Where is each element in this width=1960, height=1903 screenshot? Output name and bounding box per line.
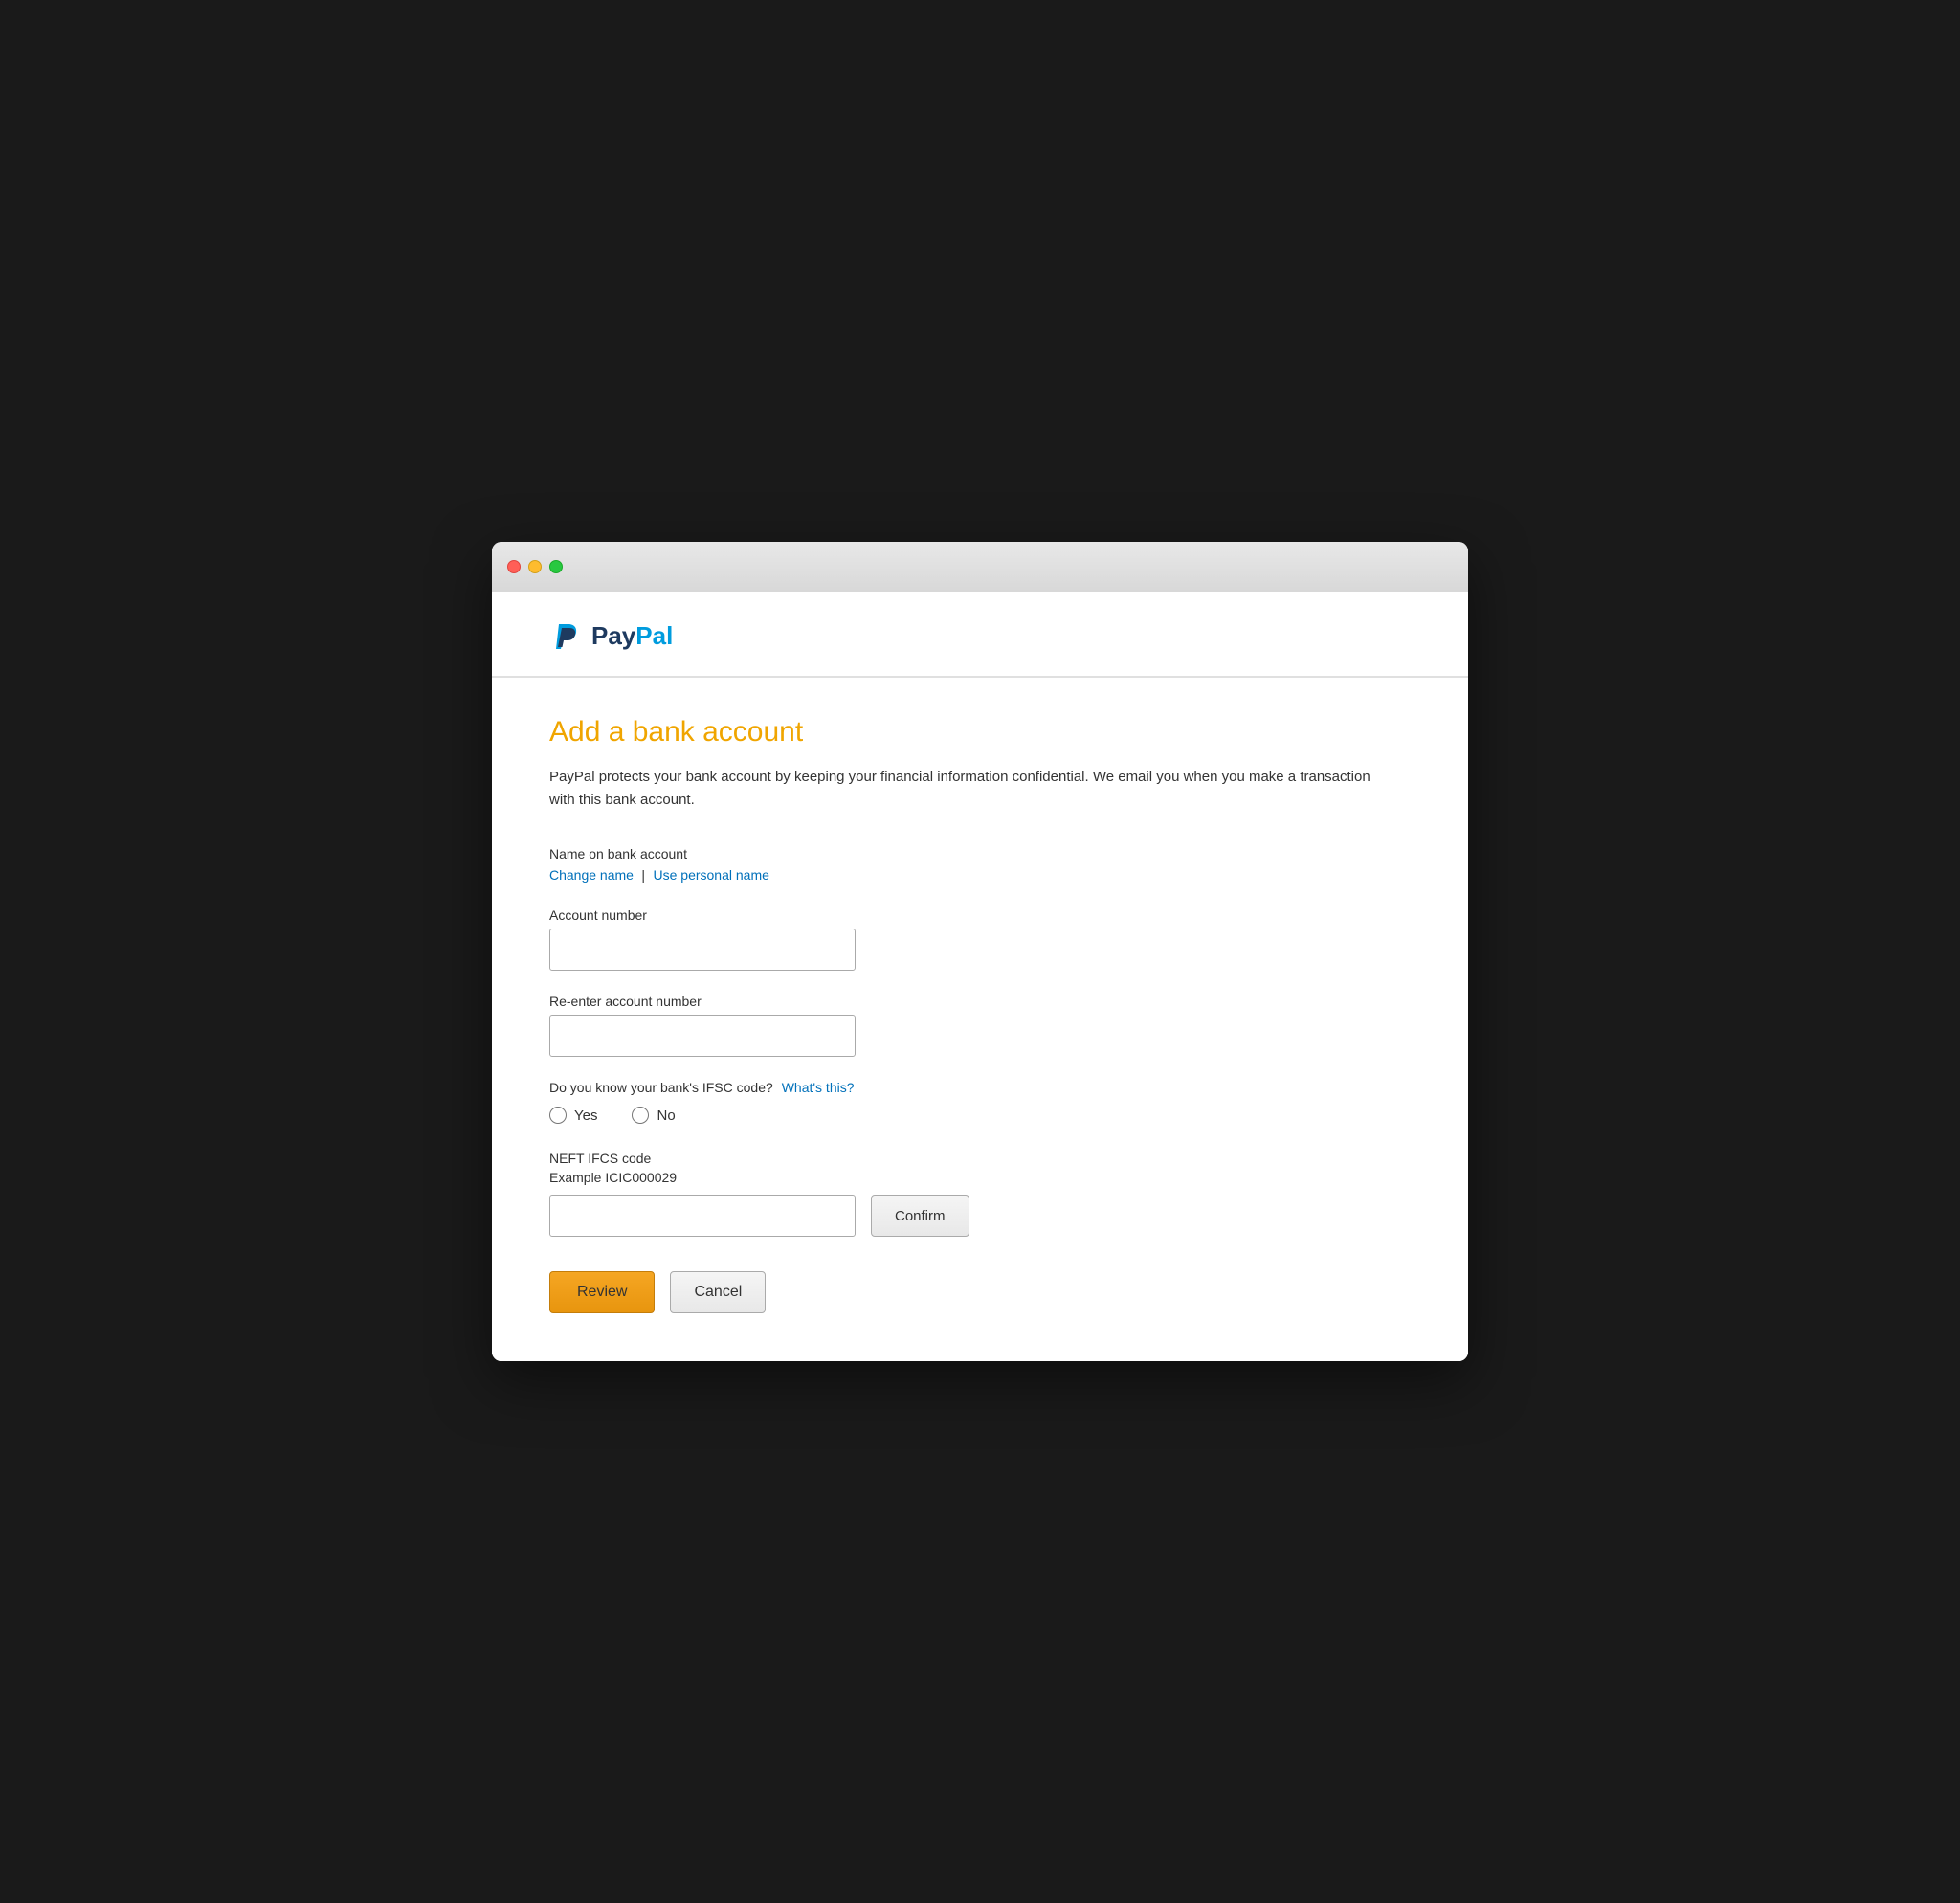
paypal-p-icon (549, 618, 584, 653)
no-radio-input[interactable] (632, 1107, 649, 1124)
change-name-link[interactable]: Change name (549, 867, 634, 883)
confirm-button[interactable]: Confirm (871, 1195, 969, 1237)
title-bar (492, 542, 1468, 592)
re-enter-account-number-group: Re-enter account number (549, 994, 1411, 1057)
yes-radio-option[interactable]: Yes (549, 1107, 597, 1124)
name-links: Change name | Use personal name (549, 867, 1411, 884)
logo-text: PayPal (591, 621, 673, 651)
content-area: PayPal Add a bank account PayPal protect… (492, 592, 1468, 1361)
name-on-account-label: Name on bank account (549, 846, 1411, 862)
neft-code-input[interactable] (549, 1195, 856, 1237)
no-radio-label: No (657, 1108, 675, 1124)
account-number-label: Account number (549, 907, 1411, 923)
minimize-button[interactable] (528, 560, 542, 573)
yes-no-radio-group: Yes No (549, 1107, 1411, 1124)
neft-example-text: Example ICIC000029 (549, 1170, 1411, 1185)
whats-this-link[interactable]: What's this? (782, 1080, 855, 1095)
page-title: Add a bank account (549, 716, 1411, 749)
re-enter-account-number-label: Re-enter account number (549, 994, 1411, 1009)
yes-radio-input[interactable] (549, 1107, 567, 1124)
main-window: PayPal Add a bank account PayPal protect… (492, 542, 1468, 1361)
cancel-button[interactable]: Cancel (670, 1271, 766, 1313)
neft-section: NEFT IFCS code Example ICIC000029 Confir… (549, 1151, 1411, 1237)
logo-area: PayPal (549, 618, 673, 653)
name-on-account-group: Name on bank account Change name | Use p… (549, 846, 1411, 884)
ifsc-question-text: Do you know your bank's IFSC code? What'… (549, 1080, 1411, 1095)
page-description: PayPal protects your bank account by kee… (549, 766, 1372, 812)
review-button[interactable]: Review (549, 1271, 655, 1313)
account-number-input[interactable] (549, 929, 856, 971)
account-number-group: Account number (549, 907, 1411, 971)
re-enter-account-number-input[interactable] (549, 1015, 856, 1057)
logo-pal: Pal (635, 621, 673, 650)
no-radio-option[interactable]: No (632, 1107, 675, 1124)
neft-code-label: NEFT IFCS code (549, 1151, 1411, 1166)
main-content: Add a bank account PayPal protects your … (492, 678, 1468, 1361)
action-buttons: Review Cancel (549, 1271, 1411, 1313)
link-separator: | (641, 867, 645, 883)
logo-pay: Pay (591, 621, 635, 650)
ifsc-question-group: Do you know your bank's IFSC code? What'… (549, 1080, 1411, 1124)
header: PayPal (492, 592, 1468, 677)
use-personal-name-link[interactable]: Use personal name (654, 867, 769, 883)
close-button[interactable] (507, 560, 521, 573)
yes-radio-label: Yes (574, 1108, 597, 1124)
maximize-button[interactable] (549, 560, 563, 573)
neft-input-row: Confirm (549, 1195, 1411, 1237)
